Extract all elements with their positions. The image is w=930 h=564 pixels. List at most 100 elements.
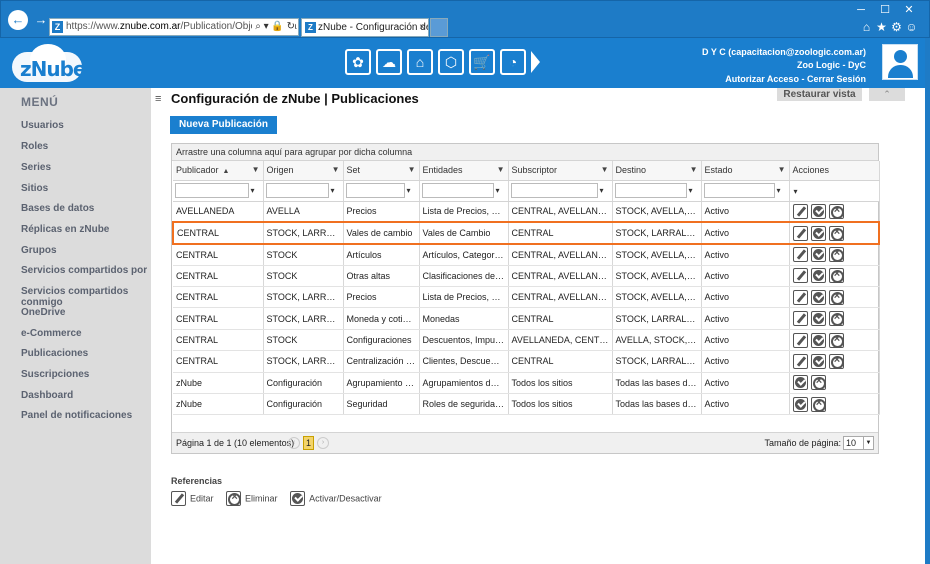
column-filter-icon[interactable]: ▼	[252, 165, 260, 174]
filter-input-subscriptor[interactable]	[510, 183, 598, 198]
sidebar-item-servicios-compartidos-conmigo[interactable]: Servicios compartidos conmigo	[21, 286, 131, 308]
module-cloud-icon[interactable]: ☁	[376, 49, 402, 75]
avatar[interactable]	[882, 44, 918, 80]
filter-input-set[interactable]	[345, 183, 405, 198]
edit-pencil-icon[interactable]	[792, 353, 808, 369]
address-tools-icon[interactable]: ⌕ ▾ 🔒 ↻	[252, 19, 295, 35]
sidebar-item-servicios-compartidos-por-mi[interactable]: Servicios compartidos por mí	[21, 265, 149, 276]
filter-funnel-icon[interactable]: ▾	[777, 186, 781, 195]
table-row[interactable]: zNube Configuración Agrupamiento de... Agru…	[173, 372, 880, 395]
edit-pencil-icon[interactable]	[792, 332, 808, 348]
module-next-arrow-icon[interactable]	[531, 51, 540, 73]
current-page-button[interactable]: 1	[303, 436, 314, 450]
prev-page-button[interactable]: ‹	[288, 437, 300, 449]
delete-x-icon[interactable]	[828, 268, 845, 284]
column-header-publicador[interactable]: Publicador ▲ ▼	[173, 161, 264, 181]
delete-x-icon[interactable]	[828, 311, 845, 327]
toggle-check-icon[interactable]	[810, 332, 826, 348]
delete-x-icon[interactable]	[828, 332, 845, 348]
sidebar-item-suscripciones[interactable]: Suscripciones	[21, 369, 149, 380]
filter-input-entidades[interactable]	[421, 183, 494, 198]
znube-logo[interactable]: zNube	[12, 44, 86, 84]
sidebar-item-grupos[interactable]: Grupos	[21, 245, 149, 256]
edit-pencil-icon[interactable]	[792, 289, 808, 305]
filter-input-estado[interactable]	[703, 183, 775, 198]
filter-funnel-icon[interactable]: ▾	[251, 186, 255, 195]
table-row[interactable]: CENTRAL STOCK Artículos Artículos, Categorí…	[173, 243, 880, 266]
sidebar-item-usuarios[interactable]: Usuarios	[21, 120, 149, 131]
new-publication-button[interactable]: Nueva Publicación	[170, 116, 277, 134]
delete-x-icon[interactable]	[828, 203, 845, 219]
column-header-entidades[interactable]: Entidades ▼	[419, 161, 509, 181]
sidebar-item-sitios[interactable]: Sitios	[21, 183, 149, 194]
browser-tab[interactable]: Z zNube - Configuración de z... ×	[301, 18, 429, 37]
column-header-estado[interactable]: Estado ▼	[701, 161, 790, 181]
column-filter-icon[interactable]: ▼	[690, 165, 698, 174]
column-filter-icon[interactable]: ▼	[601, 165, 609, 174]
edit-pencil-icon[interactable]	[792, 268, 808, 284]
filter-funnel-icon[interactable]: ▾	[496, 186, 500, 195]
edit-pencil-icon[interactable]	[792, 203, 808, 219]
sidebar-item-onedrive[interactable]: OneDrive	[21, 307, 149, 318]
toggle-check-icon[interactable]	[792, 396, 808, 412]
table-row[interactable]: CENTRAL STOCK, LARRALDE Moneda y cotiza...…	[173, 307, 880, 330]
delete-x-icon[interactable]	[810, 396, 827, 412]
minimize-icon[interactable]: ─	[849, 4, 873, 16]
column-header-set[interactable]: Set ▼	[343, 161, 420, 181]
sidebar-item-dashboard[interactable]: Dashboard	[21, 390, 149, 401]
edit-pencil-icon[interactable]	[792, 247, 808, 263]
delete-x-icon[interactable]	[810, 375, 827, 391]
module-stores-icon[interactable]: ⌂	[407, 49, 433, 75]
column-header-destino[interactable]: Destino ▼	[612, 161, 702, 181]
home-icon[interactable]: ⌂	[859, 20, 874, 34]
edit-pencil-icon[interactable]	[792, 311, 808, 327]
sidebar-item-panel-notificaciones[interactable]: Panel de notificaciones	[21, 410, 149, 421]
toggle-check-icon[interactable]	[810, 268, 826, 284]
restore-view-button[interactable]: Restaurar vista	[777, 88, 862, 101]
column-header-subscriptor[interactable]: Subscriptor ▼	[508, 161, 613, 181]
filter-funnel-icon[interactable]: ▾	[794, 187, 798, 196]
favorites-star-icon[interactable]: ★	[874, 20, 889, 34]
hamburger-menu-icon[interactable]: ≡	[155, 93, 161, 105]
logout-link[interactable]: Cerrar Sesión	[807, 74, 866, 84]
column-filter-icon[interactable]: ▼	[332, 165, 340, 174]
filter-input-destino[interactable]	[614, 183, 687, 198]
sidebar-item-publicaciones[interactable]: Publicaciones	[21, 348, 149, 359]
table-row[interactable]: CENTRAL STOCK, LARRALDE Precios Lista de Pr…	[173, 286, 880, 309]
table-row[interactable]: CENTRAL STOCK Otras altas Clasificaciones d…	[173, 265, 880, 288]
column-filter-icon[interactable]: ▼	[408, 165, 416, 174]
settings-gear-icon[interactable]: ⚙	[889, 20, 904, 34]
toggle-check-icon[interactable]	[792, 375, 808, 391]
forward-arrow-icon[interactable]: →	[31, 10, 51, 30]
page-size-select[interactable]: 10 ▼	[843, 436, 874, 450]
sidebar-item-series[interactable]: Series	[21, 162, 149, 173]
edit-pencil-icon[interactable]	[792, 225, 808, 241]
dropdown-arrow-icon[interactable]: ▼	[863, 437, 873, 449]
toggle-check-icon[interactable]	[810, 353, 826, 369]
column-filter-icon[interactable]: ▼	[778, 165, 786, 174]
group-by-bar[interactable]: Arrastre una columna aquí para agrupar p…	[172, 144, 878, 161]
sidebar-item-bases-de-datos[interactable]: Bases de datos	[21, 203, 149, 214]
filter-funnel-icon[interactable]: ▾	[331, 186, 335, 195]
table-row[interactable]: CENTRAL STOCK Configuraciones Descuentos, I…	[173, 329, 880, 352]
table-row[interactable]: CENTRAL STOCK, LARRALDE Vales de cambio Val…	[172, 221, 880, 245]
collapse-caret-icon[interactable]: ⌃	[869, 88, 905, 101]
new-tab-button[interactable]	[430, 18, 448, 37]
next-page-button[interactable]: ›	[317, 437, 329, 449]
table-row[interactable]: zNube Configuración Seguridad Roles de segu…	[173, 393, 880, 416]
delete-x-icon[interactable]	[828, 247, 845, 263]
toggle-check-icon[interactable]	[810, 289, 826, 305]
toggle-check-icon[interactable]	[810, 247, 826, 263]
delete-x-icon[interactable]	[828, 225, 845, 241]
toggle-check-icon[interactable]	[810, 203, 826, 219]
back-arrow-icon[interactable]: ←	[8, 10, 28, 30]
column-filter-icon[interactable]: ▼	[497, 165, 505, 174]
module-box-icon[interactable]: ⬡	[438, 49, 464, 75]
column-header-origen[interactable]: Origen ▼	[263, 161, 344, 181]
filter-input-publicador[interactable]	[175, 183, 249, 198]
maximize-icon[interactable]: ☐	[873, 3, 897, 16]
sidebar-item-roles[interactable]: Roles	[21, 141, 149, 152]
module-network-icon[interactable]: ✿	[345, 49, 371, 75]
delete-x-icon[interactable]	[828, 353, 845, 369]
toggle-check-icon[interactable]	[810, 225, 826, 241]
